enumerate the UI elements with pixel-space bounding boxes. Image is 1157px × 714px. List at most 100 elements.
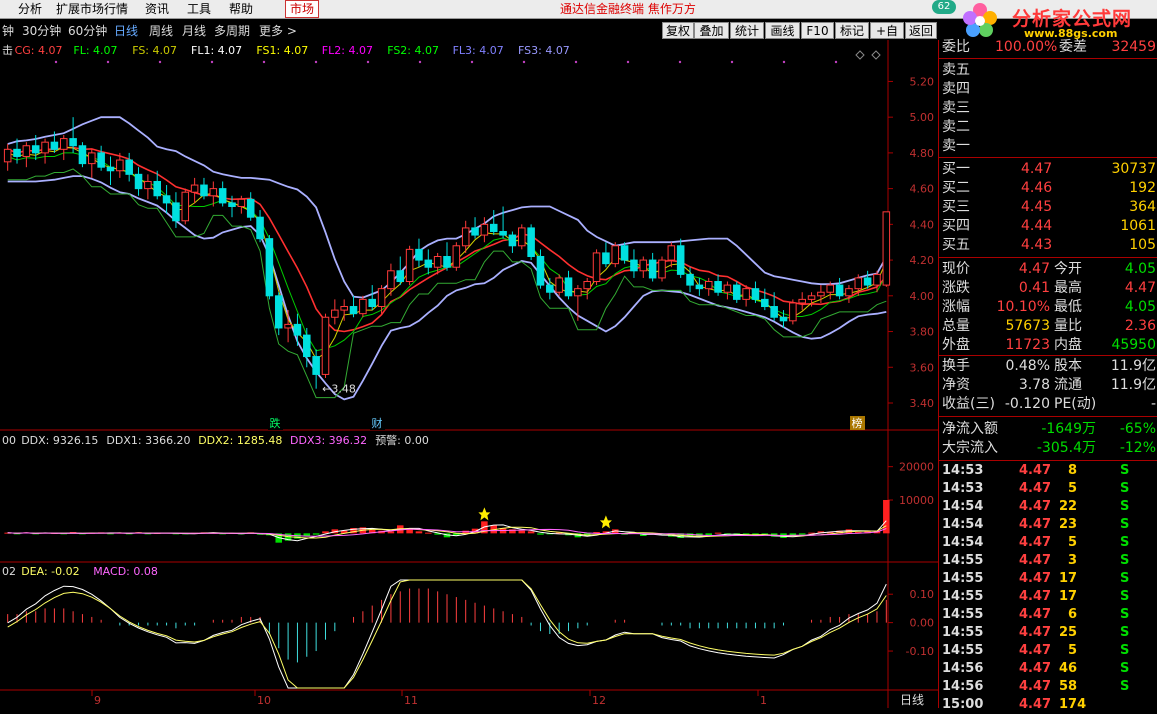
ask-row-4[interactable]: 卖一 bbox=[939, 137, 1157, 156]
tick-row[interactable]: 14:56 4.47 58 S bbox=[939, 678, 1157, 696]
candle-body[interactable] bbox=[78, 145, 87, 165]
candle-body[interactable] bbox=[321, 316, 330, 375]
bid-row-1[interactable]: 买二 4.46 192 bbox=[939, 179, 1157, 198]
candle-body[interactable] bbox=[125, 159, 133, 175]
period-tab-2[interactable]: 60分钟 bbox=[68, 23, 107, 39]
ask-row-2[interactable]: 卖三 bbox=[939, 99, 1157, 118]
tick-row[interactable]: 14:55 4.47 5 S bbox=[939, 642, 1157, 660]
candle-body[interactable] bbox=[611, 245, 620, 265]
candle-body[interactable] bbox=[471, 227, 479, 236]
candle-body[interactable] bbox=[854, 277, 863, 290]
candle-body[interactable] bbox=[256, 216, 264, 240]
candle-body[interactable] bbox=[200, 184, 208, 197]
candle-body[interactable] bbox=[172, 202, 180, 222]
candle-body[interactable] bbox=[686, 273, 694, 286]
candle-body[interactable] bbox=[246, 198, 255, 218]
candle-body[interactable] bbox=[499, 230, 507, 236]
ask-row-0[interactable]: 卖五 bbox=[939, 61, 1157, 80]
candle-body[interactable] bbox=[546, 284, 554, 293]
candle-body[interactable] bbox=[153, 180, 162, 197]
candle-body[interactable] bbox=[190, 184, 199, 193]
toolbar-button-7[interactable]: 返回 bbox=[905, 22, 937, 39]
candle-body[interactable] bbox=[424, 259, 433, 268]
menu-item-3[interactable]: 工具 bbox=[187, 1, 211, 17]
candle-body[interactable] bbox=[480, 223, 489, 236]
candle-body[interactable] bbox=[798, 298, 806, 304]
tick-row[interactable]: 14:53 4.47 5 S bbox=[939, 480, 1157, 498]
toolbar-button-3[interactable]: 画线 bbox=[765, 22, 800, 39]
candle-body[interactable] bbox=[116, 159, 124, 172]
menu-item-1[interactable]: 扩展市场行情 bbox=[56, 1, 128, 17]
period-tab-7[interactable]: 更多 > bbox=[259, 23, 297, 39]
candle-body[interactable] bbox=[31, 145, 40, 154]
notification-badge[interactable]: 62 bbox=[932, 0, 956, 14]
candle-body[interactable] bbox=[88, 152, 96, 165]
candle-body[interactable] bbox=[349, 306, 358, 315]
candle-body[interactable] bbox=[218, 188, 227, 204]
bid-row-2[interactable]: 买三 4.45 364 bbox=[939, 198, 1157, 217]
candle-body[interactable] bbox=[770, 306, 778, 318]
bid-row-0[interactable]: 买一 4.47 30737 bbox=[939, 160, 1157, 179]
candle-body[interactable] bbox=[209, 188, 218, 197]
menu-item-2[interactable]: 资讯 bbox=[145, 1, 169, 17]
candle-body[interactable] bbox=[59, 138, 68, 150]
candle-body[interactable] bbox=[751, 288, 760, 300]
candle-body[interactable] bbox=[620, 245, 629, 261]
period-tab-4[interactable]: 周线 bbox=[149, 23, 173, 39]
bid-row-3[interactable]: 买四 4.44 1061 bbox=[939, 217, 1157, 236]
ask-row-1[interactable]: 卖四 bbox=[939, 80, 1157, 99]
candle-body[interactable] bbox=[415, 248, 423, 261]
tick-row[interactable]: 14:54 4.47 23 S bbox=[939, 516, 1157, 534]
candle-body[interactable] bbox=[181, 191, 190, 222]
candle-body[interactable] bbox=[564, 277, 573, 297]
candle-body[interactable] bbox=[555, 277, 563, 293]
candle-body[interactable] bbox=[508, 234, 517, 247]
candle-body[interactable] bbox=[583, 281, 591, 290]
candle-body[interactable] bbox=[835, 284, 844, 297]
diamond-icon[interactable] bbox=[871, 50, 881, 60]
tick-row[interactable]: 14:55 4.47 17 S bbox=[939, 570, 1157, 588]
candle-body[interactable] bbox=[443, 256, 451, 268]
candle-body[interactable] bbox=[97, 152, 105, 168]
candle-body[interactable] bbox=[50, 141, 59, 150]
toolbar-button-1[interactable]: 叠加 bbox=[694, 22, 729, 39]
candle-body[interactable] bbox=[22, 145, 31, 157]
candle-body[interactable] bbox=[293, 323, 302, 336]
candle-body[interactable] bbox=[873, 273, 881, 286]
period-tab-5[interactable]: 月线 bbox=[182, 23, 206, 39]
candle-body[interactable] bbox=[134, 173, 143, 190]
candle-body[interactable] bbox=[527, 227, 535, 258]
tick-row[interactable]: 15:00 4.47 174 bbox=[939, 696, 1157, 714]
tick-row[interactable]: 14:55 4.47 25 S bbox=[939, 624, 1157, 642]
promo-text[interactable]: 通达信金融终端 焦作万方 bbox=[560, 1, 696, 17]
candle-body[interactable] bbox=[630, 259, 638, 272]
candle-body[interactable] bbox=[368, 298, 376, 308]
candle-body[interactable] bbox=[658, 259, 666, 279]
candle-body[interactable] bbox=[340, 306, 348, 311]
candle-body[interactable] bbox=[331, 309, 339, 318]
candle-body[interactable] bbox=[714, 281, 722, 293]
candle-body[interactable] bbox=[69, 138, 77, 147]
candle-body[interactable] bbox=[882, 211, 891, 286]
candle-body[interactable] bbox=[274, 295, 283, 329]
period-tab-6[interactable]: 多周期 bbox=[214, 23, 250, 39]
candle-body[interactable] bbox=[592, 252, 601, 283]
candle-body[interactable] bbox=[863, 277, 872, 286]
toolbar-button-5[interactable]: 标记 bbox=[835, 22, 869, 39]
market-button[interactable]: 市场 bbox=[285, 0, 320, 18]
tick-row[interactable]: 14:54 4.47 22 S bbox=[939, 498, 1157, 516]
candle-body[interactable] bbox=[704, 281, 713, 290]
tick-row[interactable]: 14:55 4.47 6 S bbox=[939, 606, 1157, 624]
period-tab-0[interactable]: 钟 bbox=[2, 23, 14, 39]
candle-body[interactable] bbox=[667, 245, 676, 261]
toolbar-button-4[interactable]: F10 bbox=[801, 22, 834, 39]
candle-body[interactable] bbox=[265, 238, 274, 297]
candle-body[interactable] bbox=[13, 148, 21, 157]
candle-body[interactable] bbox=[518, 227, 526, 247]
candle-body[interactable] bbox=[695, 284, 704, 290]
candle-body[interactable] bbox=[461, 227, 470, 247]
candle-body[interactable] bbox=[433, 256, 442, 268]
candle-body[interactable] bbox=[536, 256, 545, 286]
tick-row[interactable]: 14:53 4.47 8 S bbox=[939, 462, 1157, 480]
candle-body[interactable] bbox=[41, 141, 49, 154]
